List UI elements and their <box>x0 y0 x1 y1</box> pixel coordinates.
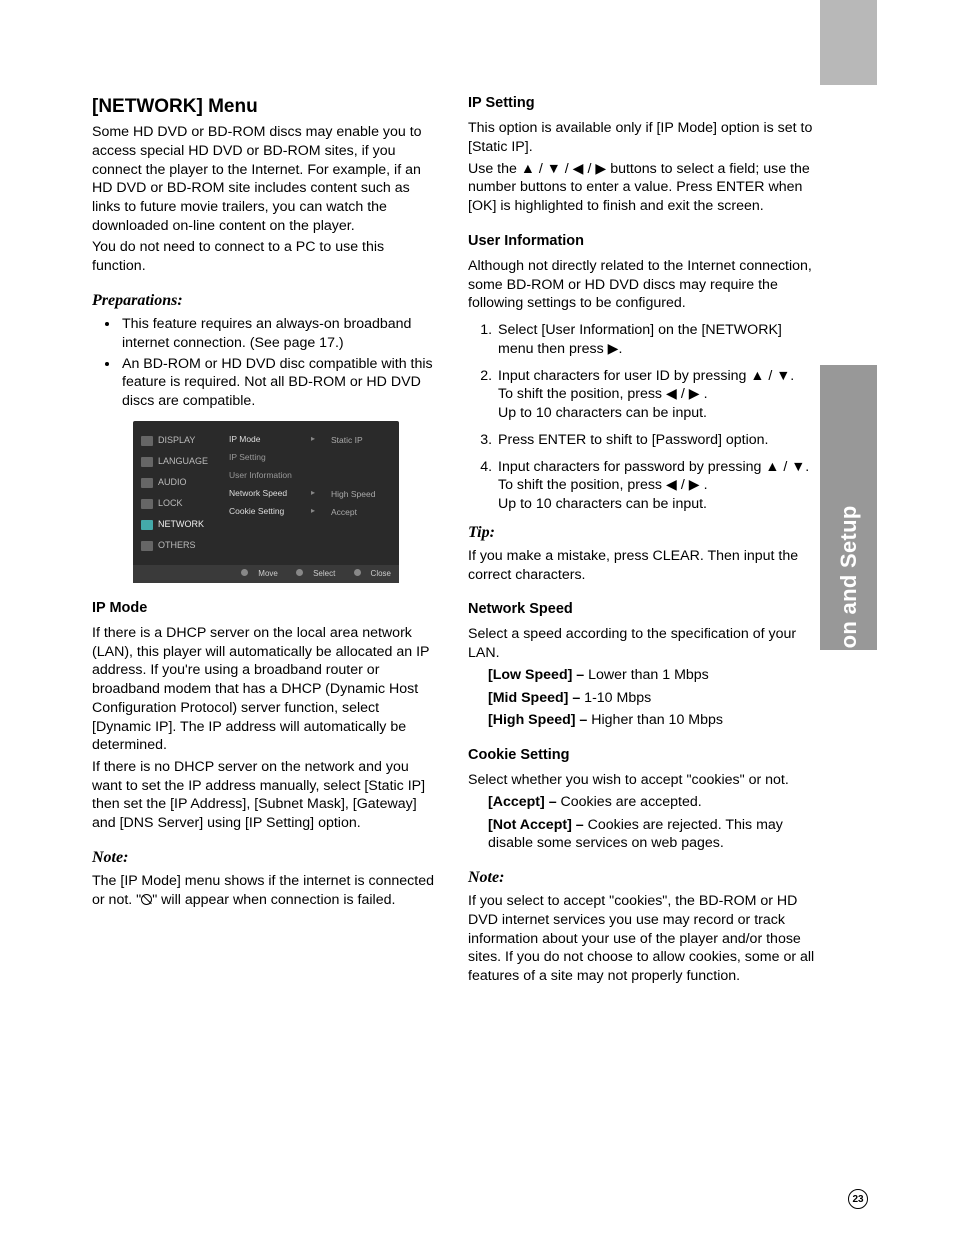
preparations-list: This feature requires an always-on broad… <box>92 315 440 411</box>
menu-screenshot: DISPLAY LANGUAGE AUDIO LOCK NETWORK OTHE… <box>133 421 399 583</box>
user-info-steps: Select [User Information] on the [NETWOR… <box>468 321 816 514</box>
section-tab-label: Installation and Setup <box>836 505 862 740</box>
ss-side-item: LOCK <box>158 498 183 510</box>
prep-bullet: An BD-ROM or HD DVD disc compatible with… <box>120 355 440 411</box>
ss-right-item: Accept <box>331 503 389 521</box>
step-item: Input characters for password by pressin… <box>496 458 816 514</box>
network-speed-heading: Network Speed <box>468 600 816 619</box>
ip-setting-para-1: This option is available only if [IP Mod… <box>468 119 816 156</box>
right-column: IP Setting This option is available only… <box>468 94 816 989</box>
ip-setting-heading: IP Setting <box>468 94 816 113</box>
tip-heading: Tip: <box>468 522 816 543</box>
down-arrow-icon: ▼ <box>791 459 805 475</box>
left-arrow-icon: ◀ <box>573 161 584 177</box>
up-arrow-icon: ▲ <box>750 368 764 384</box>
cookie-options: [Accept] – Cookies are accepted. [Not Ac… <box>468 793 816 853</box>
speed-option: [Low Speed] – Lower than 1 Mbps <box>488 666 816 685</box>
ss-right-item: High Speed <box>331 485 389 503</box>
page-title: [NETWORK] Menu <box>92 94 440 119</box>
intro-para-1: Some HD DVD or BD-ROM discs may enable y… <box>92 123 440 235</box>
user-info-heading: User Information <box>468 232 816 251</box>
tip-text: If you make a mistake, press CLEAR. Then… <box>468 547 816 584</box>
step-item: Select [User Information] on the [NETWOR… <box>496 321 816 358</box>
note-text: The [IP Mode] menu shows if the internet… <box>92 872 440 909</box>
right-arrow-icon: ▶ <box>608 341 619 357</box>
left-arrow-icon: ◀ <box>666 477 677 493</box>
right-arrow-icon: ▶ <box>689 386 700 402</box>
speed-option: [Mid Speed] – 1-10 Mbps <box>488 689 816 708</box>
prep-bullet: This feature requires an always-on broad… <box>120 315 440 352</box>
ss-side-item: AUDIO <box>158 477 187 489</box>
ip-mode-para-2: If there is no DHCP server on the networ… <box>92 758 440 833</box>
up-arrow-icon: ▲ <box>765 459 779 475</box>
right-arrow-icon: ▶ <box>689 477 700 493</box>
prohibit-icon <box>141 894 152 905</box>
network-speed-intro: Select a speed according to the specific… <box>468 625 816 662</box>
header-stub <box>820 0 877 85</box>
step-item: Input characters for user ID by pressing… <box>496 367 816 423</box>
cookie-option: [Accept] – Cookies are accepted. <box>488 793 816 812</box>
page-number: 23 <box>848 1189 868 1209</box>
ss-mid-item: Network Speed <box>229 488 287 499</box>
ss-mid-item: Cookie Setting <box>229 506 284 517</box>
step-item: Press ENTER to shift to [Password] optio… <box>496 431 816 450</box>
cookie-setting-intro: Select whether you wish to accept "cooki… <box>468 771 816 790</box>
ss-mid-item: User Information <box>229 470 292 481</box>
down-arrow-icon: ▼ <box>776 368 790 384</box>
right-arrow-icon: ▶ <box>595 161 606 177</box>
ss-side-item: DISPLAY <box>158 435 195 447</box>
left-column: [NETWORK] Menu Some HD DVD or BD-ROM dis… <box>92 94 440 989</box>
ip-mode-heading: IP Mode <box>92 599 440 618</box>
ss-side-item: LANGUAGE <box>158 456 208 468</box>
note2-text: If you select to accept "cookies", the B… <box>468 892 816 986</box>
cookie-option: [Not Accept] – Cookies are rejected. Thi… <box>488 816 816 853</box>
ss-side-item: OTHERS <box>158 540 196 552</box>
ss-mid-item: IP Mode <box>229 434 261 445</box>
section-tab: Installation and Setup <box>820 365 877 650</box>
down-arrow-icon: ▼ <box>547 161 561 177</box>
ss-side-item: NETWORK <box>158 519 204 531</box>
user-info-para: Although not directly related to the Int… <box>468 257 816 313</box>
speed-option: [High Speed] – Higher than 10 Mbps <box>488 711 816 730</box>
intro-para-2: You do not need to connect to a PC to us… <box>92 238 440 275</box>
network-speed-options: [Low Speed] – Lower than 1 Mbps [Mid Spe… <box>468 666 816 730</box>
up-arrow-icon: ▲ <box>521 161 535 177</box>
preparations-heading: Preparations: <box>92 290 440 311</box>
ss-mid-item: IP Setting <box>229 452 266 463</box>
note2-heading: Note: <box>468 867 816 888</box>
ss-right-item: Static IP <box>331 431 389 449</box>
ip-setting-para-2: Use the ▲ / ▼ / ◀ / ▶ buttons to select … <box>468 160 816 216</box>
left-arrow-icon: ◀ <box>666 386 677 402</box>
note-heading: Note: <box>92 847 440 868</box>
ip-mode-para-1: If there is a DHCP server on the local a… <box>92 624 440 755</box>
ss-footer: Move Select Close <box>133 565 399 583</box>
cookie-setting-heading: Cookie Setting <box>468 746 816 765</box>
